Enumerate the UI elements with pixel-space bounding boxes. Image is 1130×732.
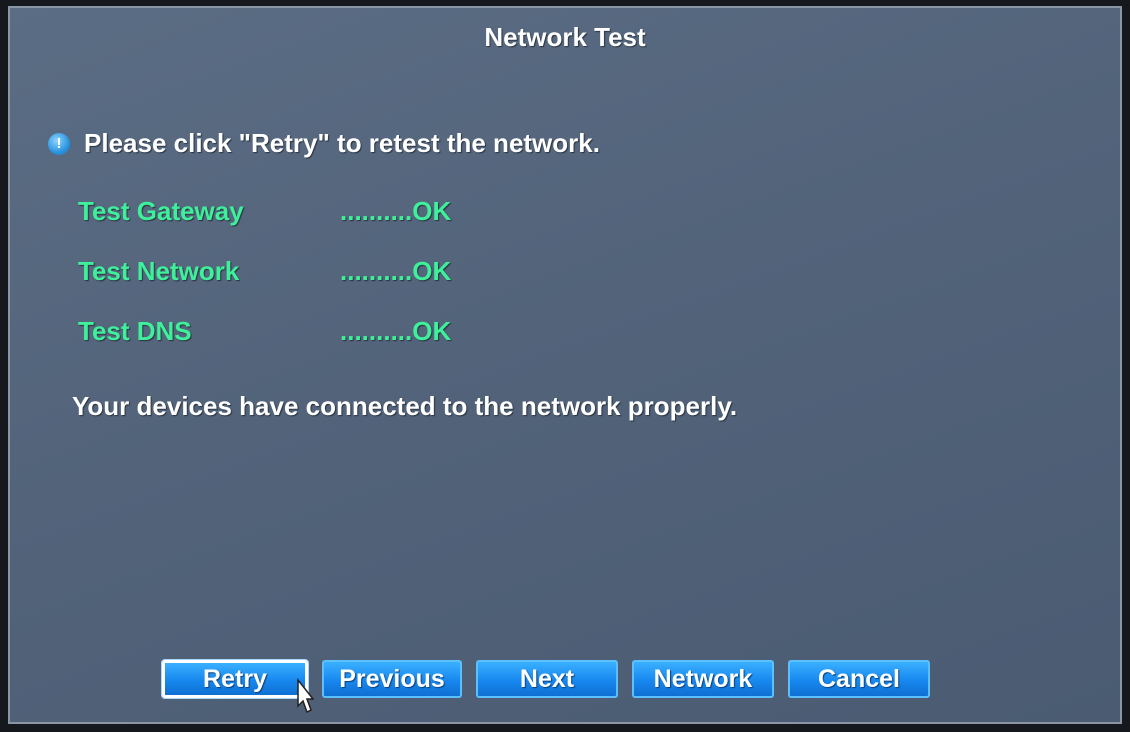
test-result: ..........OK xyxy=(340,256,452,286)
test-label: Test Network xyxy=(78,256,240,286)
retry-notice: ! Please click "Retry" to retest the net… xyxy=(48,128,600,159)
test-row-dns: Test DNS ..........OK xyxy=(78,316,451,376)
notice-text: Please click "Retry" to retest the netwo… xyxy=(84,128,600,158)
summary-message: Your devices have connected to the netwo… xyxy=(72,391,738,421)
test-label: Test Gateway xyxy=(78,196,244,226)
test-row-gateway: Test Gateway ..........OK xyxy=(78,196,451,256)
dialog-title: Network Test xyxy=(484,22,646,52)
test-label: Test DNS xyxy=(78,316,192,346)
previous-button[interactable]: Previous xyxy=(322,660,462,698)
cancel-button[interactable]: Cancel xyxy=(788,660,930,698)
retry-button[interactable]: Retry xyxy=(162,660,308,698)
network-button[interactable]: Network xyxy=(632,660,774,698)
test-result: ..........OK xyxy=(340,316,452,346)
network-test-dialog: Network Test ! Please click "Retry" to r… xyxy=(8,6,1122,724)
info-icon: ! xyxy=(48,132,70,155)
test-results-list: Test Gateway ..........OK Test Network .… xyxy=(78,196,451,376)
mouse-cursor-icon xyxy=(297,678,314,714)
button-bar: Retry Previous Next Network Cancel xyxy=(162,660,944,698)
test-result: ..........OK xyxy=(340,196,452,226)
test-row-network: Test Network ..........OK xyxy=(78,256,451,316)
next-button[interactable]: Next xyxy=(476,660,618,698)
